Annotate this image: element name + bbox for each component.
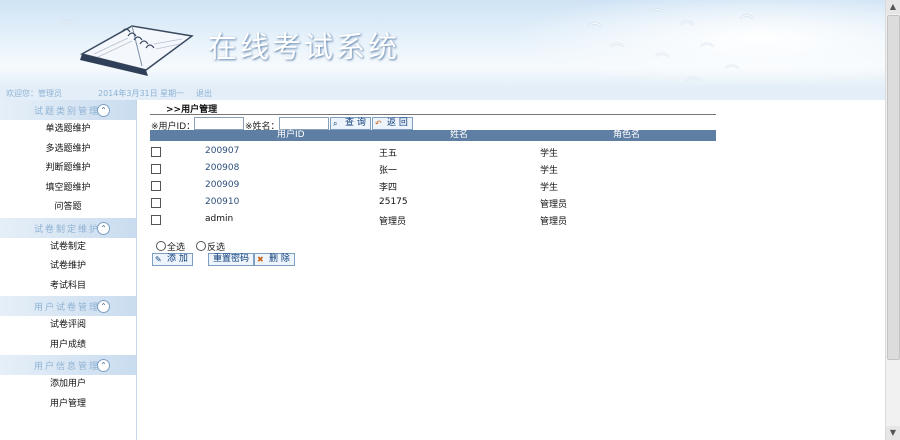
sidebar-group-users[interactable]: 用户信息管理 ⌃ bbox=[0, 355, 136, 375]
bird-icon: ⌒ bbox=[680, 21, 694, 37]
add-button[interactable]: ✎ 添 加 bbox=[152, 253, 193, 266]
sidebar-item-paper-maintain[interactable]: 试卷维护 bbox=[0, 257, 136, 277]
group-title: 试卷制定维护 bbox=[34, 224, 101, 235]
sky-decoration bbox=[466, 0, 886, 96]
table-row: 200910 25175 管理员 bbox=[150, 194, 716, 211]
name-input[interactable] bbox=[279, 117, 329, 130]
sidebar-item-user-manage[interactable]: 用户管理 bbox=[0, 395, 136, 415]
query-button[interactable]: ⌕ 查 询 bbox=[330, 117, 371, 130]
open-book-logo bbox=[79, 25, 194, 76]
group-title: 用户试卷管理 bbox=[34, 303, 101, 313]
col-userid: 用户ID bbox=[277, 130, 305, 140]
row-userid[interactable]: 200910 bbox=[205, 197, 239, 207]
back-icon: ↶ bbox=[375, 119, 382, 128]
col-role: 角色名 bbox=[613, 130, 641, 140]
sidebar-item-add-user[interactable]: 添加用户 bbox=[0, 375, 136, 395]
sidebar-group-papers[interactable]: 试卷制定维护 ⌃ bbox=[0, 217, 136, 238]
row-role: 管理员 bbox=[540, 217, 568, 227]
collapse-icon[interactable]: ⌃ bbox=[97, 300, 110, 313]
back-label: 返 回 bbox=[387, 118, 408, 128]
select-invert-label: 反选 bbox=[207, 243, 226, 253]
row-name: 25175 bbox=[379, 197, 408, 207]
group-title: 试题类别管理 bbox=[34, 107, 101, 117]
sidebar-item-scores[interactable]: 用户成绩 bbox=[0, 336, 136, 356]
back-button[interactable]: ↶ 返 回 bbox=[372, 117, 413, 130]
vertical-scrollbar[interactable]: ▲ ▼ bbox=[885, 0, 900, 440]
collapse-icon[interactable]: ⌃ bbox=[97, 359, 110, 372]
table-row: 200908 张一 学生 bbox=[150, 160, 716, 177]
sidebar-item-fill-blank[interactable]: 填空题维护 bbox=[0, 179, 136, 199]
search-bar: ※用户ID： ※姓名： ⌕ 查 询 ↶ 返 回 bbox=[150, 117, 716, 132]
collapse-icon[interactable]: ⌃ bbox=[97, 104, 110, 117]
row-name: 张一 bbox=[379, 166, 398, 176]
table-row: 200909 李四 学生 bbox=[150, 177, 716, 194]
bird-icon: ⌒ bbox=[650, 9, 664, 25]
row-checkbox[interactable] bbox=[151, 215, 161, 225]
sidebar-item-review[interactable]: 试卷评阅 bbox=[0, 316, 136, 336]
sidebar-group-user-papers[interactable]: 用户试卷管理 ⌃ bbox=[0, 296, 136, 316]
row-userid[interactable]: 200907 bbox=[205, 146, 239, 156]
query-label: 查 询 bbox=[345, 118, 366, 128]
row-role: 管理员 bbox=[540, 200, 568, 210]
sidebar-item-qa[interactable]: 问答题 bbox=[0, 198, 136, 218]
magnifier-icon: ⌕ bbox=[333, 119, 338, 128]
col-name: 姓名 bbox=[450, 130, 469, 140]
scroll-down-icon[interactable]: ▼ bbox=[886, 426, 900, 440]
delete-icon: ✖ bbox=[257, 255, 264, 264]
row-checkbox[interactable] bbox=[151, 198, 161, 208]
bird-icon: ⌒ bbox=[700, 43, 714, 59]
reset-password-label: 重置密码 bbox=[213, 254, 250, 264]
sidebar-group-questions[interactable]: 试题类别管理 ⌃ bbox=[0, 100, 136, 120]
scroll-up-icon[interactable]: ▲ bbox=[886, 0, 900, 14]
welcome-text: 欢迎您：管理员 bbox=[6, 89, 62, 98]
select-invert-radio[interactable] bbox=[196, 241, 206, 251]
add-icon: ✎ bbox=[155, 255, 162, 264]
bird-icon: ⌒ bbox=[740, 15, 754, 31]
sidebar-item-paper-create[interactable]: 试卷制定 bbox=[0, 238, 136, 258]
scroll-thumb[interactable] bbox=[887, 15, 900, 360]
select-all-radio[interactable] bbox=[156, 241, 166, 251]
sidebar-item-single-choice[interactable]: 单选题维护 bbox=[0, 120, 136, 140]
bird-icon: ⌒ bbox=[725, 65, 739, 81]
add-label: 添 加 bbox=[167, 254, 188, 264]
sidebar-item-subjects[interactable]: 考试科目 bbox=[0, 277, 136, 297]
delete-label: 删 除 bbox=[269, 254, 290, 264]
header-banner: 在线考试系统 〰 ⌒ ⌒ ⌒ ⌒ ⌒ ⌒ ⌒ ⌒ ⌒ bbox=[0, 0, 886, 96]
group-title: 用户信息管理 bbox=[34, 362, 101, 372]
sidebar-item-true-false[interactable]: 判断题维护 bbox=[0, 159, 136, 179]
bird-icon: ⌒ bbox=[610, 43, 624, 59]
collapse-icon[interactable]: ⌃ bbox=[97, 221, 110, 235]
userid-input[interactable] bbox=[194, 117, 244, 130]
delete-button[interactable]: ✖ 删 除 bbox=[254, 253, 295, 266]
table-row: 200907 王五 学生 bbox=[150, 143, 716, 160]
row-role: 学生 bbox=[540, 149, 559, 159]
row-name: 王五 bbox=[379, 149, 398, 159]
bird-icon: 〰 bbox=[60, 15, 74, 31]
divider bbox=[150, 114, 716, 115]
sidebar-item-multi-choice[interactable]: 多选题维护 bbox=[0, 140, 136, 160]
table-row: admin 管理员 管理员 bbox=[150, 211, 716, 228]
row-name: 李四 bbox=[379, 183, 398, 193]
select-all-label: 全选 bbox=[167, 243, 186, 253]
row-role: 学生 bbox=[540, 166, 559, 176]
date-text: 2014年3月31日 星期一 bbox=[98, 89, 185, 98]
row-userid[interactable]: 200909 bbox=[205, 180, 239, 190]
logout-link[interactable]: 退出 bbox=[196, 88, 212, 99]
row-checkbox[interactable] bbox=[151, 181, 161, 191]
bird-icon: ⌒ bbox=[588, 23, 602, 39]
sidebar: 试题类别管理 ⌃ 单选题维护 多选题维护 判断题维护 填空题维护 问答题 试卷制… bbox=[0, 100, 137, 440]
row-checkbox[interactable] bbox=[151, 147, 161, 157]
row-userid[interactable]: 200908 bbox=[205, 163, 239, 173]
row-name: 管理员 bbox=[379, 217, 407, 227]
table-header: 用户ID 姓名 角色名 bbox=[150, 130, 716, 141]
reset-password-button[interactable]: 重置密码 bbox=[208, 253, 255, 266]
page-title: 在线考试系统 bbox=[208, 30, 401, 64]
info-bar: 欢迎您：管理员 2014年3月31日 星期一 退出 bbox=[0, 87, 886, 100]
bird-icon: ⌒ bbox=[655, 53, 669, 69]
row-checkbox[interactable] bbox=[151, 164, 161, 174]
row-role: 学生 bbox=[540, 183, 559, 193]
row-userid[interactable]: admin bbox=[205, 214, 233, 224]
